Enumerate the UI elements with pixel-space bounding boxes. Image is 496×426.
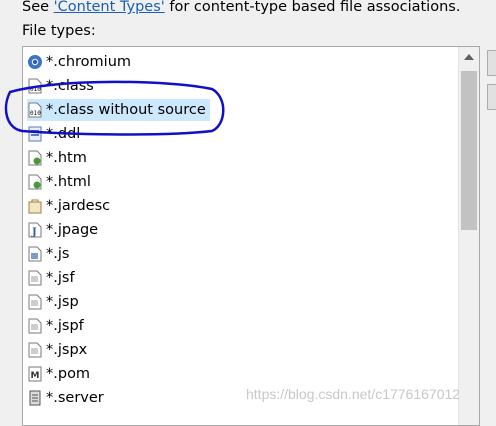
text-file-icon (27, 294, 43, 310)
list-item[interactable]: *.html (27, 171, 91, 193)
svg-text:010: 010 (30, 110, 41, 117)
file-type-label: *.js (46, 246, 70, 262)
list-item[interactable]: *.chromium (27, 51, 131, 73)
file-types-list[interactable]: *.chromium 010 *.class 010 *.class witho… (22, 46, 480, 426)
file-type-label: *.html (46, 174, 91, 190)
content-types-hint: See 'Content Types' for content-type bas… (22, 0, 460, 15)
jar-description-icon (27, 198, 43, 214)
file-type-label: *.jspx (46, 342, 88, 358)
list-item[interactable]: *.ddl (27, 123, 80, 145)
file-type-label: *.class (46, 78, 94, 94)
list-item[interactable]: *.server (27, 387, 104, 409)
side-button-top[interactable] (487, 50, 496, 76)
list-item[interactable]: *.jspf (27, 315, 84, 337)
list-item[interactable]: *.jsf (27, 267, 75, 289)
file-type-label: *.jardesc (46, 198, 111, 214)
database-file-icon (27, 126, 43, 142)
list-item[interactable]: J *.jpage (27, 219, 98, 241)
watermark: https://blog.csdn.net/c1776167012 (246, 386, 461, 402)
file-type-label: *.server (46, 390, 104, 406)
scroll-up-arrow-icon[interactable] (464, 54, 474, 60)
list-item[interactable]: *.jardesc (27, 195, 110, 217)
text-file-icon (27, 342, 43, 358)
text-file-icon (27, 270, 43, 286)
list-item[interactable]: *.jsp (27, 291, 79, 313)
file-type-label: *.pom (46, 366, 91, 382)
chromium-icon (27, 54, 43, 70)
svg-text:M: M (31, 371, 40, 381)
list-item[interactable]: M *.pom (27, 363, 90, 385)
svg-text:J: J (31, 227, 37, 238)
list-item[interactable]: 010 *.class (27, 75, 94, 97)
file-type-label: *.htm (46, 150, 87, 166)
hint-suffix: for content-type based file associations… (164, 0, 461, 15)
content-types-link[interactable]: 'Content Types' (54, 0, 165, 15)
scrollbar-thumb[interactable] (461, 71, 477, 230)
file-type-label: *.jpage (46, 222, 99, 238)
list-item[interactable]: *.htm (27, 147, 87, 169)
list-item[interactable]: *.jspx (27, 339, 87, 361)
list-item[interactable]: *.js (27, 243, 69, 265)
maven-pom-icon: M (27, 366, 43, 382)
file-type-label: *.jspf (46, 318, 84, 334)
class-file-icon: 010 (27, 102, 43, 118)
file-type-label: *.jsp (46, 294, 79, 310)
file-types-label: File types: (22, 23, 96, 39)
hint-prefix: See (22, 0, 54, 15)
file-type-label: *.ddl (46, 126, 81, 142)
html-file-icon (27, 174, 43, 190)
svg-text:010: 010 (30, 86, 41, 93)
html-file-icon (27, 150, 43, 166)
side-button-bottom[interactable] (487, 84, 496, 110)
file-type-label: *.class without source (46, 102, 206, 118)
file-type-label: *.jsf (46, 270, 75, 286)
text-file-icon (27, 318, 43, 334)
vertical-scrollbar[interactable] (458, 47, 479, 425)
server-file-icon (27, 390, 43, 406)
java-page-icon: J (27, 222, 43, 238)
list-item-selected[interactable]: 010 *.class without source (27, 99, 210, 121)
javascript-file-icon (27, 246, 43, 262)
class-file-icon: 010 (27, 78, 43, 94)
file-type-label: *.chromium (46, 54, 132, 70)
